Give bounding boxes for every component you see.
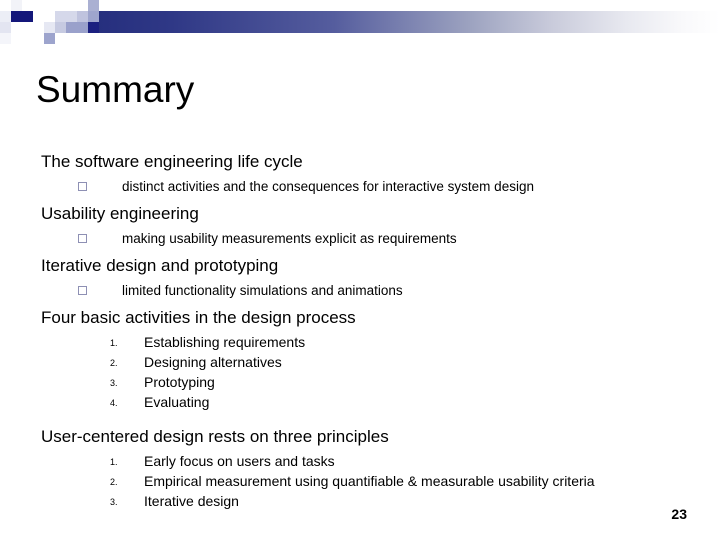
mosaic-square — [0, 33, 11, 44]
content-section-2: Usability engineering making usability m… — [0, 204, 720, 247]
mosaic-square — [77, 0, 88, 11]
list-index: 2. — [110, 358, 118, 368]
list-item: 3. Prototyping — [110, 373, 720, 393]
section-heading: The software engineering life cycle — [41, 152, 303, 171]
mosaic-square — [22, 33, 33, 44]
mosaic-square — [33, 11, 44, 22]
mosaic-square — [22, 0, 33, 11]
mosaic-square — [44, 22, 55, 33]
mosaic-square — [66, 0, 77, 11]
mosaic-square — [88, 22, 99, 33]
list-item: 2. Empirical measurement using quantifia… — [110, 472, 720, 492]
gradient-bar — [97, 11, 720, 33]
hollow-square-bullet-icon — [78, 234, 87, 243]
content-section-5: User-centered design rests on three prin… — [0, 427, 720, 512]
mosaic-square — [22, 11, 33, 22]
list-label: Establishing requirements — [144, 334, 306, 350]
mosaic-square — [66, 22, 77, 33]
slide-body: The software engineering life cycle dist… — [0, 152, 720, 512]
list-item: 1. Early focus on users and tasks — [110, 452, 720, 472]
bullet-label: limited functionality simulations and an… — [122, 283, 403, 298]
mosaic-square — [11, 11, 22, 22]
list-label: Empirical measurement using quantifiable… — [144, 473, 595, 489]
list-index: 2. — [110, 477, 118, 487]
page-number: 23 — [671, 506, 687, 522]
mosaic-square — [11, 33, 22, 44]
mosaic-square — [33, 22, 44, 33]
mosaic-square — [77, 33, 88, 44]
mosaic-square — [44, 11, 55, 22]
mosaic-square — [88, 0, 99, 11]
mosaic-square — [44, 0, 55, 11]
mosaic-square — [55, 11, 66, 22]
list-item: 3. Iterative design — [110, 492, 720, 512]
mosaic-square — [55, 22, 66, 33]
page-title: Summary — [36, 69, 195, 110]
mosaic-square — [33, 33, 44, 44]
list-label: Evaluating — [144, 394, 210, 410]
list-label: Designing alternatives — [144, 354, 282, 370]
mosaic-square — [55, 0, 66, 11]
list-index: 3. — [110, 497, 118, 507]
mosaic-square — [88, 11, 99, 22]
mosaic-square — [66, 11, 77, 22]
hollow-square-bullet-icon — [78, 286, 87, 295]
mosaic-square — [33, 0, 44, 11]
list-label: Prototyping — [144, 374, 215, 390]
mosaic-square — [88, 33, 99, 44]
slide: Summary The software engineering life cy… — [0, 0, 720, 540]
mosaic-square — [0, 11, 11, 22]
list-index: 3. — [110, 378, 118, 388]
hollow-square-bullet-icon — [78, 182, 87, 191]
bullet-label: distinct activities and the consequences… — [122, 179, 534, 194]
list-index: 4. — [110, 398, 118, 408]
bullet-item: distinct activities and the consequences… — [78, 178, 720, 195]
mosaic-square — [0, 0, 11, 11]
mosaic-square — [55, 33, 66, 44]
list-label: Iterative design — [144, 493, 239, 509]
list-item: 1. Establishing requirements — [110, 333, 720, 353]
list-item: 2. Designing alternatives — [110, 353, 720, 373]
mosaic-square — [77, 11, 88, 22]
section-heading: Iterative design and prototyping — [41, 256, 279, 275]
numbered-list: 1. Early focus on users and tasks 2. Emp… — [110, 452, 720, 512]
mosaic-square — [66, 33, 77, 44]
bullet-item: making usability measurements explicit a… — [78, 230, 720, 247]
section-heading: Four basic activities in the design proc… — [41, 308, 356, 327]
content-section-4: Four basic activities in the design proc… — [0, 308, 720, 413]
numbered-list: 1. Establishing requirements 2. Designin… — [110, 333, 720, 413]
bullet-item: limited functionality simulations and an… — [78, 282, 720, 299]
header-decoration — [0, 0, 720, 52]
list-index: 1. — [110, 457, 118, 467]
bullet-label: making usability measurements explicit a… — [122, 231, 457, 246]
mosaic-square — [77, 22, 88, 33]
mosaic-square — [22, 22, 33, 33]
section-heading: Usability engineering — [41, 204, 199, 223]
mosaic-square — [0, 22, 11, 33]
list-index: 1. — [110, 338, 118, 348]
list-label: Early focus on users and tasks — [144, 453, 335, 469]
mosaic-square — [44, 33, 55, 44]
list-item: 4. Evaluating — [110, 393, 720, 413]
mosaic-square — [11, 22, 22, 33]
content-section-1: The software engineering life cycle dist… — [0, 152, 720, 195]
mosaic-square — [11, 0, 22, 11]
section-heading: User-centered design rests on three prin… — [41, 427, 389, 446]
content-section-3: Iterative design and prototyping limited… — [0, 256, 720, 299]
